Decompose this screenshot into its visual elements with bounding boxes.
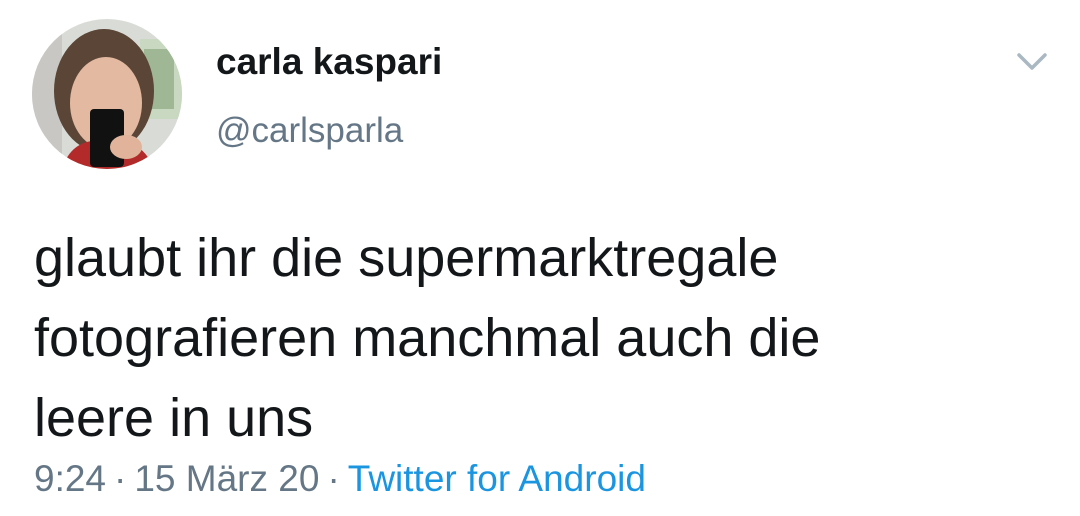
separator: · [114,458,127,499]
tweet-text: glaubt ihr die supermarktregale fotograf… [34,218,1044,458]
display-name[interactable]: carla kaspari [216,41,442,83]
tweet-date[interactable]: 15 März 20 [134,458,319,499]
profile-photo-icon [32,19,182,169]
tweet-text-line: glaubt ihr die supermarktregale [34,228,779,288]
tweet-source-link[interactable]: Twitter for Android [348,458,646,499]
tweet-time[interactable]: 9:24 [34,458,106,499]
chevron-down-icon[interactable] [1014,46,1050,76]
tweet-text-line: fotografieren manchmal auch die [34,308,821,368]
separator: · [327,458,340,499]
user-handle[interactable]: @carlsparla [216,111,403,151]
avatar[interactable] [32,19,182,169]
tweet-metadata: 9:24 · 15 März 20 · Twitter for Android [34,458,646,500]
tweet-text-line: leere in uns [34,388,314,448]
